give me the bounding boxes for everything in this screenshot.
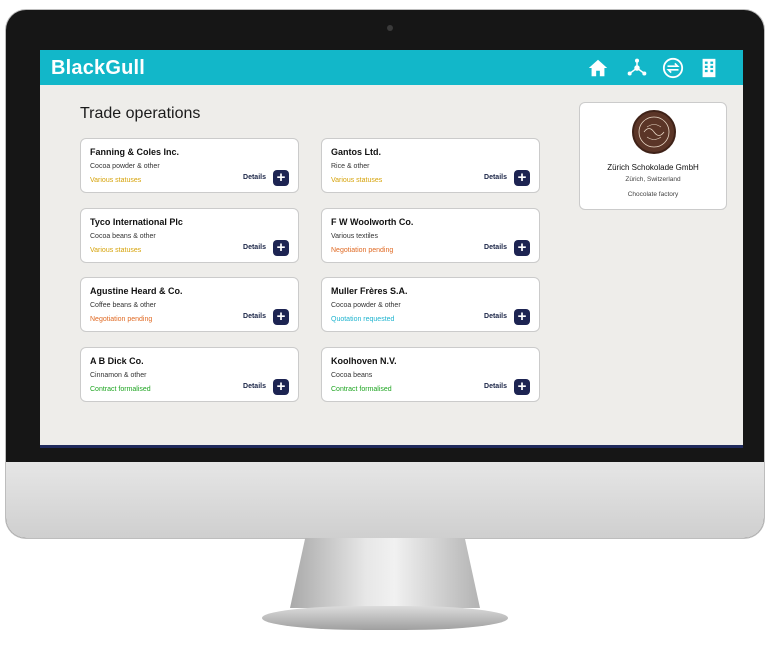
company-name: Koolhoven N.V. [331, 356, 397, 366]
company-name: A B Dick Co. [90, 356, 144, 366]
exchange-icon[interactable] [662, 57, 684, 79]
add-icon[interactable]: + [514, 309, 530, 325]
webcam [387, 25, 393, 31]
screen-bottom-border [40, 445, 743, 448]
company-name: Tyco International Plc [90, 217, 183, 227]
trade-card[interactable]: Koolhoven N.V. Cocoa beans Contract form… [321, 347, 540, 402]
details-link[interactable]: Details [484, 174, 507, 181]
monitor-base [262, 606, 508, 630]
details-link[interactable]: Details [484, 244, 507, 251]
page-title: Trade operations [80, 105, 201, 122]
chocolate-brand-logo-icon [632, 110, 676, 154]
goods-description: Coffee beans & other [90, 302, 157, 309]
status-label: Various statuses [90, 177, 142, 184]
goods-description: Cocoa powder & other [331, 302, 401, 309]
trade-card[interactable]: Agustine Heard & Co. Coffee beans & othe… [80, 277, 299, 332]
details-link[interactable]: Details [484, 383, 507, 390]
company-name: Fanning & Coles Inc. [90, 147, 180, 157]
status-label: Negotiation pending [90, 316, 153, 323]
app-screen: BlackGull Trade operations Fanning & Col… [40, 50, 743, 448]
monitor-frame: BlackGull Trade operations Fanning & Col… [6, 10, 764, 538]
company-name: Gantos Ltd. [331, 147, 381, 157]
home-icon[interactable] [587, 57, 609, 79]
goods-description: Cocoa beans & other [90, 233, 156, 240]
company-profile-card[interactable]: Zürich Schokolade GmbH Zürich, Switzerla… [579, 102, 727, 210]
add-icon[interactable]: + [514, 170, 530, 186]
app-logo[interactable]: BlackGull [51, 57, 145, 80]
building-icon[interactable] [698, 57, 720, 79]
details-link[interactable]: Details [243, 174, 266, 181]
goods-description: Cocoa powder & other [90, 163, 160, 170]
goods-description: Rice & other [331, 163, 370, 170]
trade-card[interactable]: F W Woolworth Co. Various textiles Negot… [321, 208, 540, 263]
company-name: F W Woolworth Co. [331, 217, 414, 227]
goods-description: Various textiles [331, 233, 378, 240]
add-icon[interactable]: + [514, 379, 530, 395]
add-icon[interactable]: + [273, 309, 289, 325]
trade-card[interactable]: Tyco International Plc Cocoa beans & oth… [80, 208, 299, 263]
top-bar: BlackGull [40, 50, 743, 85]
add-icon[interactable]: + [514, 240, 530, 256]
status-label: Contract formalised [331, 386, 392, 393]
details-link[interactable]: Details [243, 313, 266, 320]
add-icon[interactable]: + [273, 170, 289, 186]
status-label: Quotation requested [331, 316, 395, 323]
trade-card[interactable]: Gantos Ltd. Rice & other Various statuse… [321, 138, 540, 193]
trade-card[interactable]: Muller Frères S.A. Cocoa powder & other … [321, 277, 540, 332]
add-icon[interactable]: + [273, 240, 289, 256]
details-link[interactable]: Details [484, 313, 507, 320]
profile-company-name: Zürich Schokolade GmbH [607, 163, 699, 172]
trade-card[interactable]: A B Dick Co. Cinnamon & other Contract f… [80, 347, 299, 402]
details-link[interactable]: Details [243, 383, 266, 390]
goods-description: Cocoa beans [331, 372, 373, 379]
monitor-chin [6, 462, 764, 538]
profile-business-type: Chocolate factory [627, 191, 679, 198]
status-label: Various statuses [331, 177, 383, 184]
monitor-stand [290, 538, 480, 608]
company-name: Muller Frères S.A. [331, 286, 408, 296]
status-label: Contract formalised [90, 386, 151, 393]
status-label: Various statuses [90, 247, 142, 254]
goods-description: Cinnamon & other [90, 372, 147, 379]
company-name: Agustine Heard & Co. [90, 286, 183, 296]
status-label: Negotiation pending [331, 247, 394, 254]
add-icon[interactable]: + [273, 379, 289, 395]
trade-card[interactable]: Fanning & Coles Inc. Cocoa powder & othe… [80, 138, 299, 193]
profile-location: Zürich, Switzerland [625, 176, 681, 183]
network-icon[interactable] [626, 57, 648, 79]
details-link[interactable]: Details [243, 244, 266, 251]
